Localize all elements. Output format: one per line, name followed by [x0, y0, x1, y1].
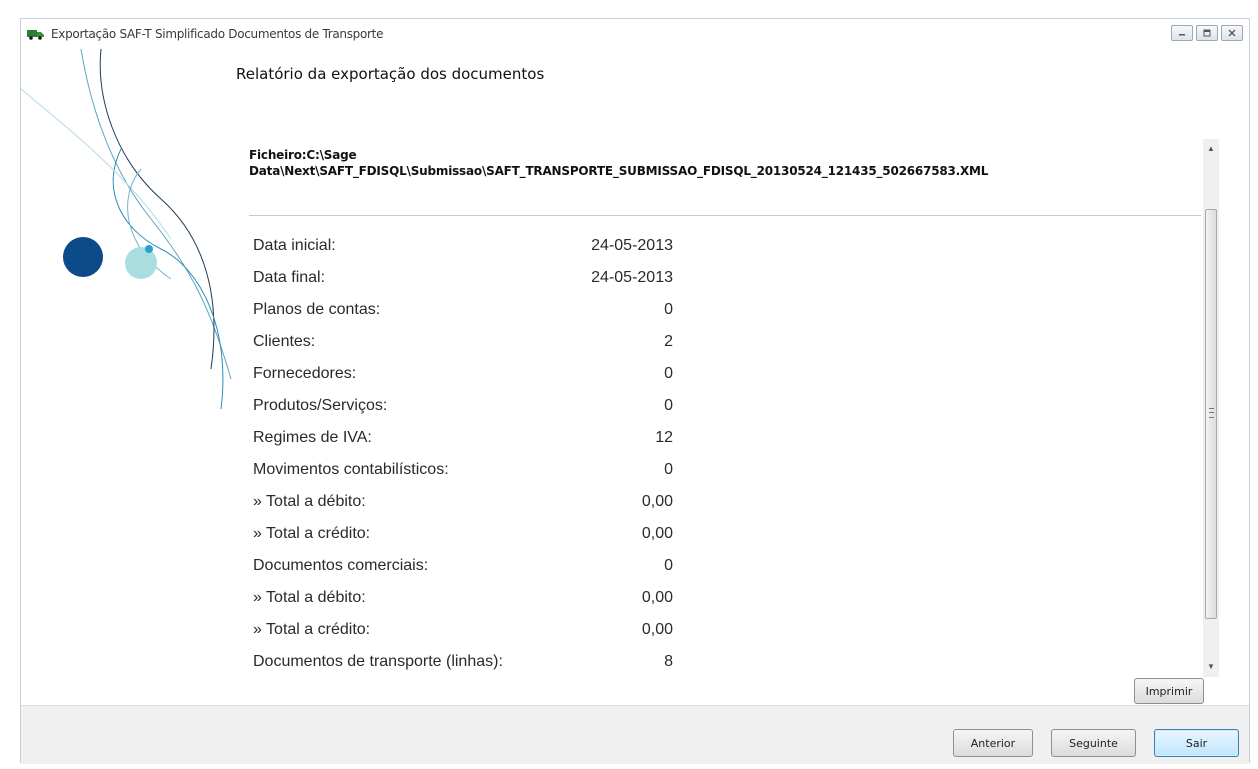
stat-value: 12 [655, 429, 673, 446]
stat-value: 24-05-2013 [591, 237, 673, 254]
stat-row: Regimes de IVA: 12 [253, 424, 673, 456]
stat-row: Documentos comerciais: 0 [253, 552, 673, 584]
stat-label: » Total a débito: [253, 493, 366, 510]
vertical-scrollbar[interactable]: ▲ ▼ [1203, 139, 1219, 677]
stat-row: Data final: 24-05-2013 [253, 264, 673, 296]
decorative-logo-graphic [21, 49, 232, 410]
stat-row: » Total a crédito: 0,00 [253, 520, 673, 552]
stat-row: Produtos/Serviços: 0 [253, 392, 673, 424]
stat-value: 0,00 [641, 621, 673, 638]
exit-button[interactable]: Sair [1154, 729, 1239, 757]
close-icon [1228, 29, 1236, 37]
truck-icon [27, 30, 44, 40]
maximize-icon [1203, 29, 1211, 37]
previous-button[interactable]: Anterior [953, 729, 1033, 757]
stat-label: Fornecedores: [253, 365, 357, 382]
stat-label: » Total a débito: [253, 589, 366, 606]
scroll-down-arrow-icon[interactable]: ▼ [1203, 659, 1219, 675]
stat-value: 8 [664, 653, 673, 670]
stat-value: 0 [664, 365, 673, 382]
title-bar: Exportação SAF-T Simplificado Documentos… [21, 19, 1249, 49]
stat-value: 2 [664, 333, 673, 350]
stat-row: Clientes: 2 [253, 328, 673, 360]
stat-value: 0,00 [641, 589, 673, 606]
stat-label: Planos de contas: [253, 301, 381, 318]
stat-label: Movimentos contabilísticos: [253, 461, 449, 478]
stat-label: Regimes de IVA: [253, 429, 372, 446]
stat-row: » Total a débito: 0,00 [253, 488, 673, 520]
stat-row: Documentos de transporte (linhas): 8 [253, 648, 673, 680]
stat-row: » Total a débito: 0,00 [253, 584, 673, 616]
file-path-line-2: Data\Next\SAFT_FDISQL\Submissao\SAFT_TRA… [249, 164, 989, 178]
file-path: Ficheiro:C:\Sage Data\Next\SAFT_FDISQL\S… [249, 147, 988, 179]
window-controls [1171, 25, 1243, 41]
stat-label: Produtos/Serviços: [253, 397, 388, 414]
minimize-icon [1179, 34, 1185, 36]
stat-label: » Total a crédito: [253, 621, 371, 638]
print-button[interactable]: Imprimir [1134, 678, 1204, 704]
stat-label: Documentos comerciais: [253, 557, 429, 574]
scroll-thumb[interactable] [1205, 209, 1217, 619]
stat-label: Documentos de transporte (linhas): [253, 653, 503, 670]
scroll-up-arrow-icon[interactable]: ▲ [1203, 141, 1219, 157]
grip-icon [1209, 408, 1214, 418]
separator-line [249, 215, 1201, 216]
stats-list: Data inicial: 24-05-2013 Data final: 24-05… [253, 232, 673, 680]
window-title: Exportação SAF-T Simplificado Documentos… [51, 27, 384, 41]
stat-row: Planos de contas: 0 [253, 296, 673, 328]
stat-row: Movimentos contabilísticos: 0 [253, 456, 673, 488]
report-panel: Ficheiro:C:\Sage Data\Next\SAFT_FDISQL\S… [231, 137, 1221, 677]
stat-value: 0 [664, 557, 673, 574]
stat-value: 0 [664, 301, 673, 318]
stat-row: » Total a crédito: 0,00 [253, 616, 673, 648]
stat-value: 0 [664, 461, 673, 478]
stat-row: Data inicial: 24-05-2013 [253, 232, 673, 264]
minimize-button[interactable] [1171, 25, 1193, 41]
next-button[interactable]: Seguinte [1051, 729, 1136, 757]
stat-label: » Total a crédito: [253, 525, 371, 542]
report-heading: Relatório da exportação dos documentos [236, 65, 545, 83]
stat-value: 0,00 [641, 525, 673, 542]
close-button[interactable] [1221, 25, 1243, 41]
stat-value: 0,00 [641, 493, 673, 510]
stat-row: Fornecedores: 0 [253, 360, 673, 392]
stat-value: 0 [664, 397, 673, 414]
stat-value: 24-05-2013 [591, 269, 673, 286]
export-wizard-window: Exportação SAF-T Simplificado Documentos… [20, 18, 1250, 764]
file-path-line-1: Ficheiro:C:\Sage [249, 148, 357, 162]
stat-label: Data inicial: [253, 237, 336, 254]
stat-label: Clientes: [253, 333, 316, 350]
maximize-button[interactable] [1196, 25, 1218, 41]
stat-label: Data final: [253, 269, 326, 286]
